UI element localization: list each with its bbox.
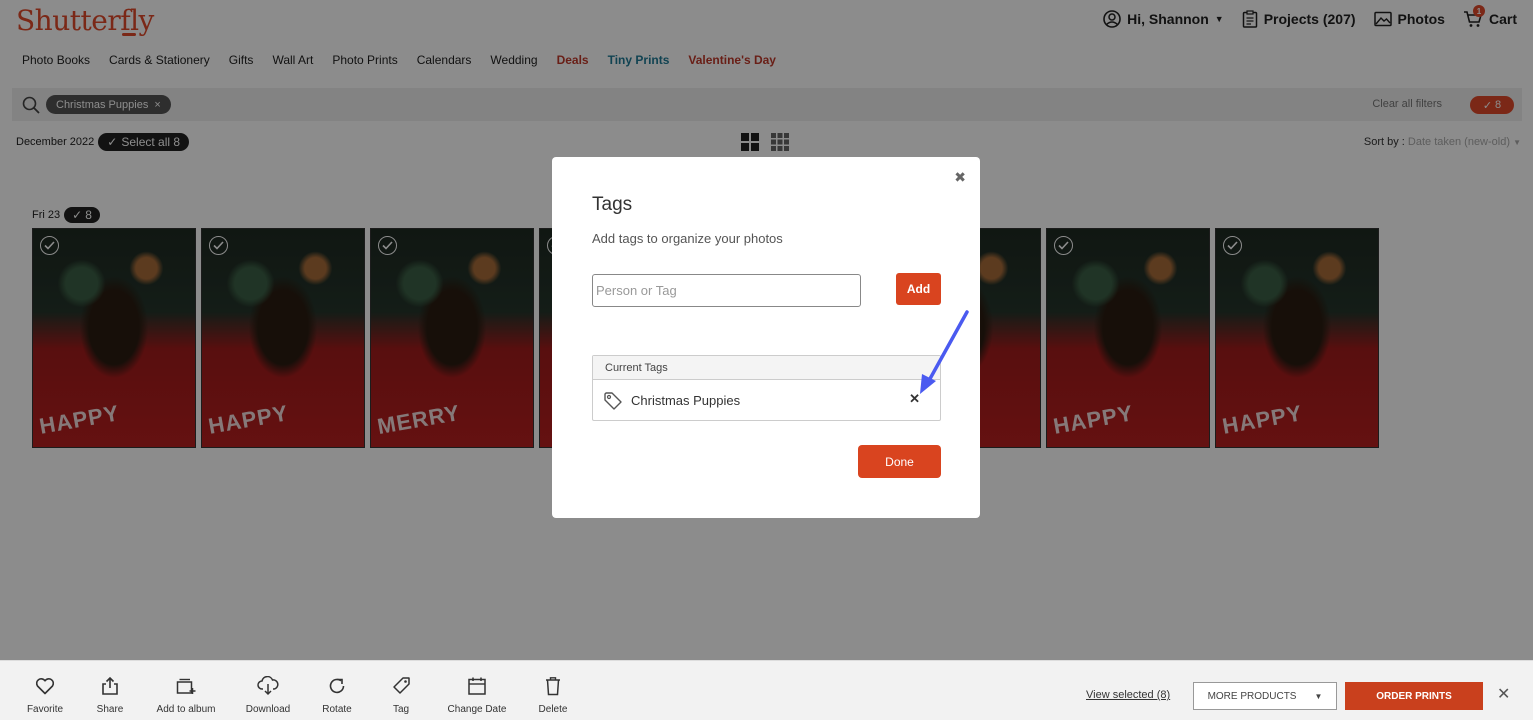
view-selected-link[interactable]: View selected (8) [1086,689,1170,701]
change-date-label: Change Date [447,704,507,715]
heart-icon [35,678,55,695]
delete-label: Delete [538,704,568,715]
dialog-subtitle: Add tags to organize your photos [592,231,783,246]
tag-input[interactable] [592,274,861,307]
bottom-toolbar: Favorite Share Add to album Download Rot… [0,660,1533,720]
share-label: Share [96,704,124,715]
share-icon [102,676,118,695]
rotate-icon [329,678,345,694]
share-button[interactable]: Share [75,675,145,715]
calendar-icon [468,677,486,695]
add-to-album-label: Add to album [156,704,216,715]
tag-label: Tag [392,704,410,715]
favorite-button[interactable]: Favorite [10,675,80,715]
more-products-label: MORE PRODUCTS [1207,690,1297,702]
album-add-icon [176,678,196,694]
chevron-down-icon: ▼ [1314,691,1323,701]
tags-dialog: ✖ Tags Add tags to organize your photos … [552,157,980,518]
delete-button[interactable]: Delete [518,675,588,715]
more-products-button[interactable]: MORE PRODUCTS ▼ [1193,682,1337,710]
trash-icon [546,677,560,696]
tag-label: Christmas Puppies [631,393,741,408]
download-button[interactable]: Download [233,675,303,715]
tag-icon [393,677,410,694]
cloud-download-icon [257,676,279,696]
close-icon[interactable]: ✕ [1497,684,1510,704]
download-label: Download [245,704,291,715]
current-tags-box: Current Tags Christmas Puppies ✕ [592,355,941,421]
close-icon[interactable]: ✖ [954,169,966,186]
tag-row: Christmas Puppies ✕ [593,380,940,421]
tag-icon [604,391,622,410]
rotate-button[interactable]: Rotate [302,675,372,715]
change-date-button[interactable]: Change Date [442,675,512,715]
tag-button[interactable]: Tag [366,675,436,715]
add-tag-button[interactable]: Add [896,273,941,305]
current-tags-header: Current Tags [593,356,940,380]
add-to-album-button[interactable]: Add to album [151,675,221,715]
favorite-label: Favorite [26,704,64,715]
dialog-title: Tags [592,194,633,215]
remove-tag-icon[interactable]: ✕ [909,391,920,407]
order-prints-button[interactable]: ORDER PRINTS [1345,682,1483,710]
rotate-label: Rotate [322,704,352,715]
done-button[interactable]: Done [858,445,941,478]
